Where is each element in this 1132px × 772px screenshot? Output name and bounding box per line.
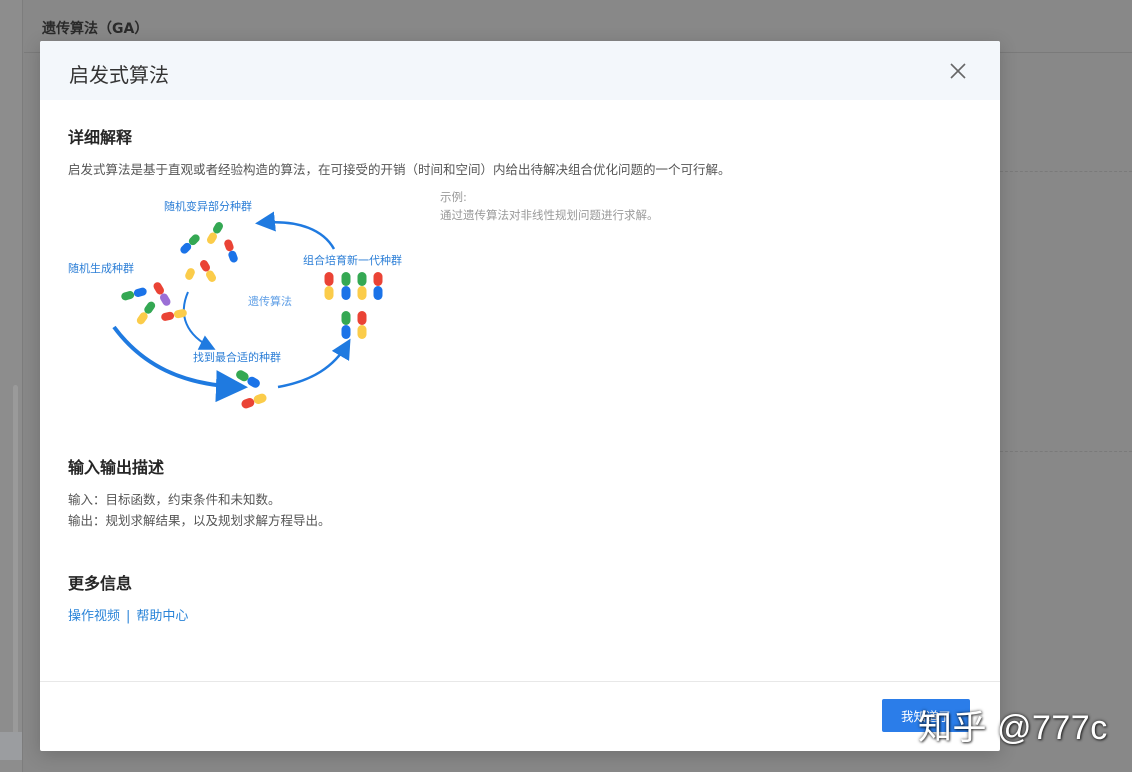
diagram-label-mutate: 随机变异部分种群 bbox=[164, 199, 252, 213]
more-info-links: 操作视频 | 帮助中心 bbox=[68, 605, 188, 624]
diagram-arrow bbox=[255, 211, 336, 250]
footer-divider bbox=[40, 681, 1000, 682]
dialog-header: 启发式算法 bbox=[40, 41, 1000, 100]
genetic-algorithm-diagram: 随机变异部分种群 随机生成种群 组合培育新一代种群 遗传算法 找到最合适的种群 bbox=[68, 199, 402, 409]
diagram-arrow bbox=[277, 338, 351, 389]
explain-text: 启发式算法是基于直观或者经验构造的算法，在可接受的开销（时间和空间）内给出待解决… bbox=[68, 162, 731, 177]
background-tab bbox=[0, 732, 22, 760]
section-heading-explain: 详细解释 bbox=[68, 128, 133, 147]
diagram-center-label: 遗传算法 bbox=[248, 294, 292, 308]
io-output-text: 输出：规划求解结果，以及规划求解方程导出。 bbox=[68, 513, 331, 528]
capsule-group-best bbox=[236, 370, 267, 409]
capsule-group-mutate bbox=[180, 222, 238, 282]
close-icon bbox=[950, 63, 966, 79]
background-scrollbar bbox=[13, 385, 18, 735]
diagram-label-new-generation: 组合培育新一代种群 bbox=[303, 253, 402, 267]
io-input-text: 输入：目标函数，约束条件和未知数。 bbox=[68, 492, 281, 507]
capsule-group-new-generation bbox=[324, 272, 383, 339]
background-page-title: 遗传算法（GA） bbox=[42, 21, 149, 37]
background-sidebar bbox=[0, 0, 23, 772]
background-divider bbox=[1000, 451, 1132, 452]
diagram-label-best-population: 找到最合适的种群 bbox=[193, 350, 281, 364]
help-center-link[interactable]: 帮助中心 bbox=[136, 609, 188, 624]
link-separator: | bbox=[126, 609, 131, 624]
example-label: 示例: bbox=[440, 190, 467, 204]
watermark: 知乎 @777c bbox=[918, 709, 1108, 747]
example-text: 通过遗传算法对非线性规划问题进行求解。 bbox=[440, 208, 659, 222]
dialog-title: 启发式算法 bbox=[69, 63, 169, 87]
close-button[interactable] bbox=[946, 59, 970, 83]
section-heading-io: 输入输出描述 bbox=[68, 458, 165, 477]
algorithm-info-dialog: 启发式算法 详细解释 启发式算法是基于直观或者经验构造的算法，在可接受的开销（时… bbox=[40, 41, 1000, 751]
background-divider bbox=[1000, 52, 1132, 53]
diagram-arrow bbox=[183, 291, 216, 350]
capsule-group-random bbox=[121, 282, 187, 325]
video-link[interactable]: 操作视频 bbox=[68, 609, 120, 624]
background-divider bbox=[1000, 171, 1132, 172]
section-heading-more: 更多信息 bbox=[68, 574, 133, 593]
diagram-label-random-population: 随机生成种群 bbox=[68, 261, 134, 275]
